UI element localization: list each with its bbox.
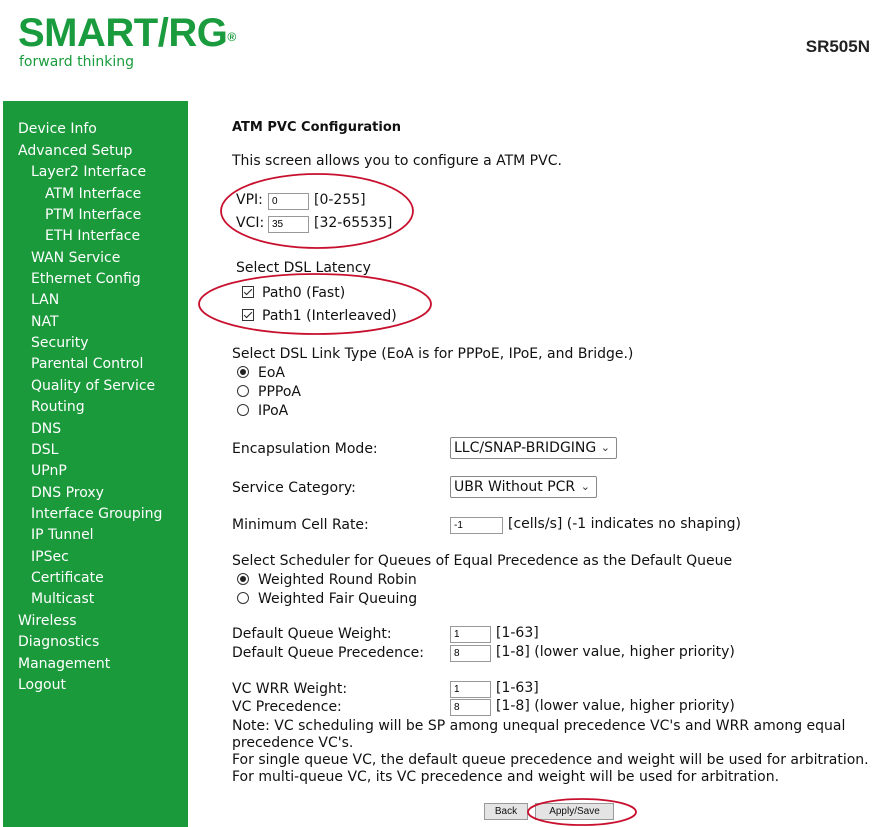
note-line-2: precedence VC's. [232,735,354,751]
encapsulation-value: LLC/SNAP-BRIDGING [454,440,597,456]
nav-ip-tunnel[interactable]: IP Tunnel [31,527,94,543]
path0-label: Path0 (Fast) [262,285,346,301]
note-line-1: Note: VC scheduling will be SP among une… [232,718,846,734]
registered-mark: ® [227,30,236,44]
nav-diagnostics[interactable]: Diagnostics [18,634,99,650]
note-line-3: For single queue VC, the default queue p… [232,752,869,768]
vpi-label: VPI: [236,192,263,208]
nav-wireless[interactable]: Wireless [18,613,77,629]
encapsulation-select[interactable]: LLC/SNAP-BRIDGING ⌄ [450,437,617,459]
note-line-4: For multi-queue VC, its VC precedence an… [232,769,780,785]
nav-lan[interactable]: LAN [31,292,59,308]
pppoa-label: PPPoA [258,384,301,400]
nav-eth-interface[interactable]: ETH Interface [45,228,140,244]
vc-wrr-weight-label: VC WRR Weight: [232,681,348,697]
nav-security[interactable]: Security [31,335,89,351]
default-queue-precedence-input[interactable] [450,645,491,662]
nav-management[interactable]: Management [18,656,110,672]
vc-precedence-hint: [1-8] (lower value, higher priority) [496,698,735,714]
service-category-label: Service Category: [232,480,356,496]
default-queue-precedence-hint: [1-8] (lower value, higher priority) [496,644,735,660]
vci-range: [32-65535] [314,215,393,231]
path1-label: Path1 (Interleaved) [262,308,397,324]
logo-tagline: forward thinking [19,54,135,70]
page-title: ATM PVC Configuration [232,120,401,135]
link-type-heading: Select DSL Link Type (EoA is for PPPoE, … [232,346,634,362]
ipoa-label: IPoA [258,403,289,419]
nav-atm-interface[interactable]: ATM Interface [45,186,141,202]
eoa-radio[interactable] [237,366,249,378]
nav-ipsec[interactable]: IPSec [31,549,69,565]
default-queue-weight-label: Default Queue Weight: [232,626,392,642]
wrr-radio[interactable] [237,573,249,585]
default-queue-weight-hint: [1-63] [496,625,539,641]
back-button[interactable]: Back [484,803,528,820]
vci-label: VCI: [236,215,265,231]
service-category-select[interactable]: UBR Without PCR ⌄ [450,476,597,498]
logo: SMART/RG® [18,11,236,55]
vci-input[interactable] [268,216,309,233]
path0-checkbox[interactable] [242,286,254,298]
nav-logout[interactable]: Logout [18,677,66,693]
vc-wrr-weight-hint: [1-63] [496,680,539,696]
vpi-input[interactable] [268,193,309,210]
vc-precedence-label: VC Precedence: [232,699,342,715]
nav-routing[interactable]: Routing [31,399,85,415]
nav-upnp[interactable]: UPnP [31,463,67,479]
wfq-label: Weighted Fair Queuing [258,591,418,607]
encapsulation-label: Encapsulation Mode: [232,441,378,457]
eoa-label: EoA [258,365,285,381]
nav-layer2-interface[interactable]: Layer2 Interface [31,164,146,180]
service-category-value: UBR Without PCR [454,479,576,495]
annotation-ellipse-latency [198,273,432,335]
default-queue-weight-input[interactable] [450,626,491,643]
wrr-label: Weighted Round Robin [258,572,417,588]
vpi-range: [0-255] [314,192,366,208]
vc-precedence-input[interactable] [450,699,491,716]
nav-ethernet-config[interactable]: Ethernet Config [31,271,141,287]
nav-multicast[interactable]: Multicast [31,591,94,607]
nav-dns-proxy[interactable]: DNS Proxy [31,485,104,501]
sidebar: Device Info Advanced Setup Layer2 Interf… [3,101,188,827]
nav-quality-of-service[interactable]: Quality of Service [31,378,155,394]
nav-parental-control[interactable]: Parental Control [31,356,143,372]
nav-dns[interactable]: DNS [31,421,61,437]
default-queue-precedence-label: Default Queue Precedence: [232,645,425,661]
min-cell-rate-input[interactable] [450,517,503,534]
nav-advanced-setup[interactable]: Advanced Setup [18,143,132,159]
vc-wrr-weight-input[interactable] [450,681,491,698]
nav-ptm-interface[interactable]: PTM Interface [45,207,141,223]
annotation-ellipse-vpi-vci [220,173,414,249]
path1-checkbox[interactable] [242,309,254,321]
model-name: SR505N [805,37,870,56]
latency-heading: Select DSL Latency [236,260,371,276]
nav-nat[interactable]: NAT [31,314,59,330]
chevron-down-icon: ⌄ [580,480,590,493]
chevron-down-icon: ⌄ [600,441,610,454]
wfq-radio[interactable] [237,592,249,604]
nav-device-info[interactable]: Device Info [18,121,97,137]
min-cell-rate-hint: [cells/s] (-1 indicates no shaping) [508,516,741,532]
ipoa-radio[interactable] [237,404,249,416]
intro-text: This screen allows you to configure a AT… [232,153,562,169]
nav-interface-grouping[interactable]: Interface Grouping [31,506,162,522]
pppoa-radio[interactable] [237,385,249,397]
nav-dsl[interactable]: DSL [31,442,58,458]
apply-save-button[interactable]: Apply/Save [535,803,614,820]
nav-wan-service[interactable]: WAN Service [31,250,120,266]
min-cell-rate-label: Minimum Cell Rate: [232,517,369,533]
nav-certificate[interactable]: Certificate [31,570,104,586]
scheduler-heading: Select Scheduler for Queues of Equal Pre… [232,553,733,569]
